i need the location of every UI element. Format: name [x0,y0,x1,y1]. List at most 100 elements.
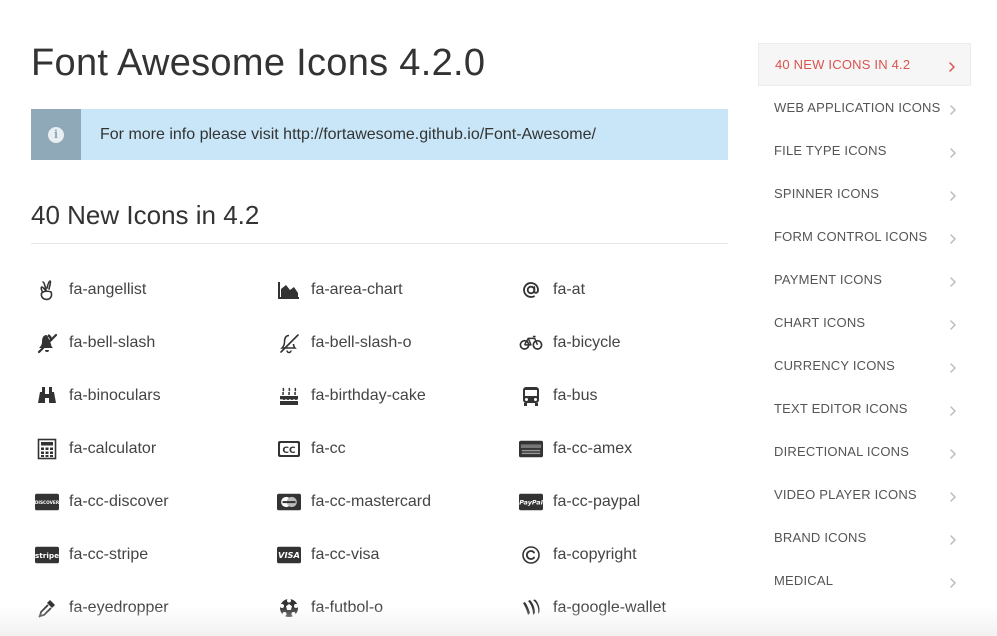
chevron-right-icon [949,404,957,416]
sidebar-item-label: MEDICAL [774,573,834,588]
icon-item-fa-birthday-cake[interactable]: fa-birthday-cake [273,369,515,422]
sidebar-item-chart-icons[interactable]: CHART ICONS [758,301,971,344]
sidebar-item-label: CURRENCY ICONS [774,358,896,373]
icon-item-fa-cc-stripe[interactable]: stripe fa-cc-stripe [31,528,273,581]
icon-name: fa-cc-stripe [69,545,149,563]
cc-icon: CC [277,437,301,461]
sidebar-item-payment-icons[interactable]: PAYMENT ICONS [758,258,971,301]
icon-name: fa-cc-mastercard [311,492,432,510]
icon-item-fa-cc-visa[interactable]: VISA fa-cc-visa [273,528,515,581]
at-icon [519,278,543,302]
icon-name: fa-bell-slash [69,333,156,351]
icon-name: fa-calculator [69,439,157,457]
copyright-icon [519,543,543,567]
sidebar-item-label: PAYMENT ICONS [774,272,883,287]
icon-name: fa-google-wallet [553,598,666,616]
cc-mastercard-icon [277,490,301,514]
svg-text:CC: CC [282,446,296,456]
sidebar-item-label: VIDEO PLAYER ICONS [774,487,917,502]
icon-name: fa-eyedropper [69,598,169,616]
sidebar-item-text-editor-icons[interactable]: TEXT EDITOR ICONS [758,387,971,430]
sidebar-item-form-control-icons[interactable]: FORM CONTROL ICONS [758,215,971,258]
sidebar-item-medical[interactable]: MEDICAL [758,559,971,602]
icon-item-fa-cc[interactable]: CC fa-cc [273,422,515,475]
sidebar-item-label: 40 NEW ICONS IN 4.2 [775,57,911,72]
sidebar-item-directional-icons[interactable]: DIRECTIONAL ICONS [758,430,971,473]
angellist-icon [35,278,59,302]
sidebar-item-currency-icons[interactable]: CURRENCY ICONS [758,344,971,387]
icon-item-fa-angellist[interactable]: fa-angellist [31,263,273,316]
icon-item-fa-google-wallet[interactable]: fa-google-wallet [515,581,758,634]
icon-name: fa-angellist [69,280,147,298]
sidebar-item-label: DIRECTIONAL ICONS [774,444,910,459]
icon-item-fa-at[interactable]: fa-at [515,263,758,316]
futbol-o-icon [277,596,301,620]
chevron-right-icon [949,447,957,459]
sidebar-item-label: BRAND ICONS [774,530,867,545]
icon-item-fa-bus[interactable]: fa-bus [515,369,758,422]
section-divider [31,243,728,244]
icon-name: fa-at [553,280,586,298]
icon-item-fa-calculator[interactable]: fa-calculator [31,422,273,475]
cc-paypal-icon: PayPal [519,490,543,514]
icon-name: fa-futbol-o [311,598,384,616]
icon-item-fa-bell-slash-o[interactable]: fa-bell-slash-o [273,316,515,369]
icon-item-fa-binoculars[interactable]: fa-binoculars [31,369,273,422]
info-circle-icon: i [48,126,64,143]
bell-slash-o-icon [277,331,301,355]
icon-name: fa-bell-slash-o [311,333,412,351]
chevron-right-icon [949,103,957,115]
sidebar-item-label: CHART ICONS [774,315,866,330]
svg-text:VISA: VISA [278,550,300,560]
chevron-right-icon [949,318,957,330]
sidebar-item-label: TEXT EDITOR ICONS [774,401,908,416]
bicycle-icon [519,331,543,355]
icon-item-fa-bell-slash[interactable]: fa-bell-slash [31,316,273,369]
icon-name: fa-copyright [553,545,637,563]
icon-item-fa-futbol-o[interactable]: fa-futbol-o [273,581,515,634]
icon-name: fa-cc-amex [553,439,633,457]
icon-item-fa-cc-paypal[interactable]: PayPal fa-cc-paypal [515,475,758,528]
page-title: Font Awesome Icons 4.2.0 [31,42,486,84]
sidebar-item-label: SPINNER ICONS [774,186,880,201]
icon-grid: fa-angellist fa-area-chart fa-at fa-bell-sl… [31,263,758,634]
info-callout: i For more info please visit http://fort… [31,109,728,160]
icon-item-fa-cc-amex[interactable]: fa-cc-amex [515,422,758,475]
icon-name: fa-area-chart [311,280,403,298]
svg-text:stripe: stripe [35,550,59,559]
sidebar-item-40-new-icons-in-4-2[interactable]: 40 NEW ICONS IN 4.2 [758,43,971,86]
sidebar-item-spinner-icons[interactable]: SPINNER ICONS [758,172,971,215]
chevron-right-icon [949,490,957,502]
chevron-right-icon [949,189,957,201]
sidebar-item-label: WEB APPLICATION ICONS [774,100,941,115]
bus-icon [519,384,543,408]
icon-name: fa-cc-paypal [553,492,641,510]
svg-text:PayPal: PayPal [519,498,543,506]
icon-item-fa-bicycle[interactable]: fa-bicycle [515,316,758,369]
icon-item-fa-eyedropper[interactable]: fa-eyedropper [31,581,273,634]
eyedropper-icon [35,596,59,620]
sidebar-item-video-player-icons[interactable]: VIDEO PLAYER ICONS [758,473,971,516]
icon-item-fa-cc-discover[interactable]: DISCOVER fa-cc-discover [31,475,273,528]
icon-name: fa-bus [553,386,598,404]
area-chart-icon [277,278,301,302]
chevron-right-icon [949,146,957,158]
cc-discover-icon: DISCOVER [35,490,59,514]
chevron-right-icon [949,576,957,588]
sidebar-nav: 40 NEW ICONS IN 4.2 WEB APPLICATION ICONS… [758,43,971,602]
icon-item-fa-area-chart[interactable]: fa-area-chart [273,263,515,316]
page: Font Awesome Icons 4.2.0 i For more info… [0,0,997,636]
icon-name: fa-bicycle [553,333,621,351]
icon-name: fa-binoculars [69,386,161,404]
icon-item-fa-cc-mastercard[interactable]: fa-cc-mastercard [273,475,515,528]
google-wallet-icon [519,596,543,620]
sidebar-item-file-type-icons[interactable]: FILE TYPE ICONS [758,129,971,172]
sidebar-item-brand-icons[interactable]: BRAND ICONS [758,516,971,559]
bell-slash-icon [35,331,59,355]
icon-name: fa-cc-discover [69,492,169,510]
icon-item-fa-copyright[interactable]: fa-copyright [515,528,758,581]
icon-name: fa-cc-visa [311,545,380,563]
sidebar-item-web-application-icons[interactable]: WEB APPLICATION ICONS [758,86,971,129]
chevron-right-icon [949,361,957,373]
cc-amex-icon [519,437,543,461]
